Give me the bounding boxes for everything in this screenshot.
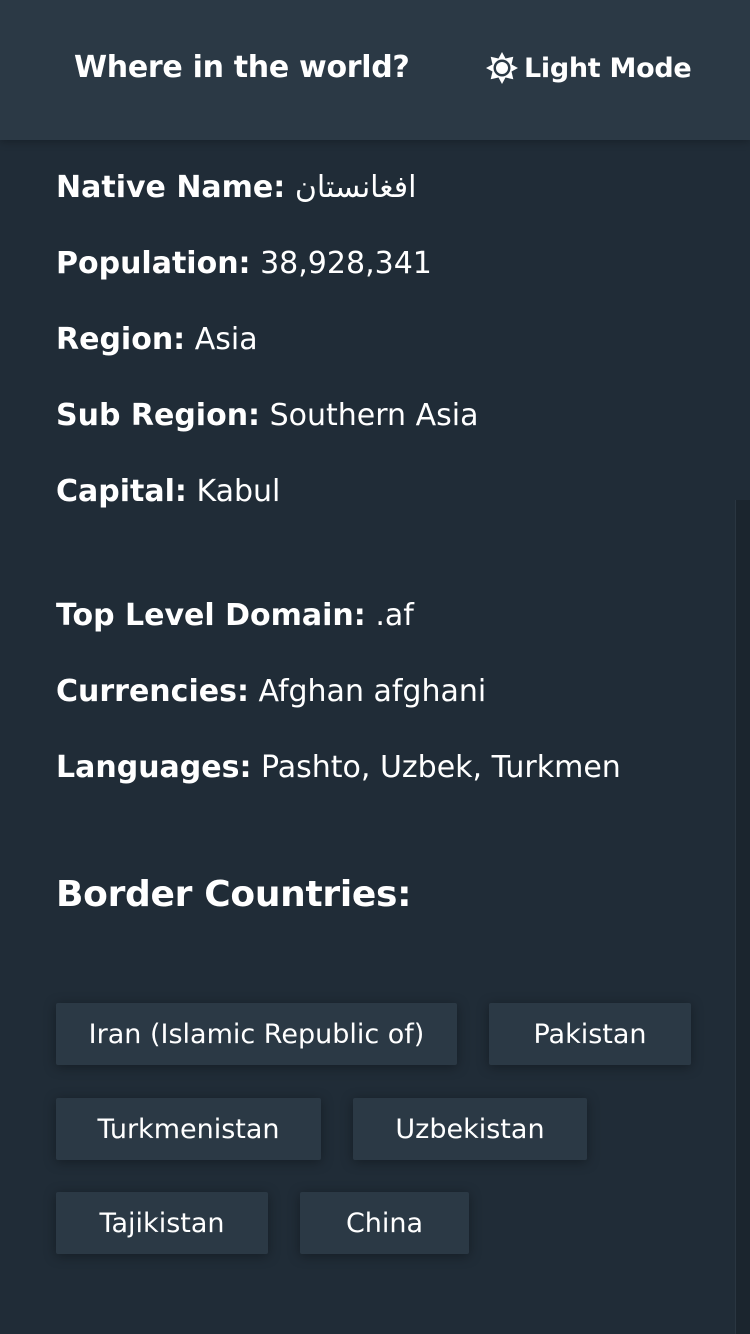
detail-label: Languages: [56, 750, 252, 785]
detail-value: Southern Asia [269, 398, 479, 433]
border-country-button[interactable]: Turkmenistan [56, 1098, 321, 1160]
theme-toggle-label: Light Mode [524, 52, 692, 84]
detail-value: افغانستان [294, 170, 417, 205]
detail-value: Asia [194, 322, 258, 357]
detail-value: Pashto, Uzbek, Turkmen [261, 750, 621, 785]
sun-icon [486, 52, 518, 84]
detail-top-level-domain: Top Level Domain: .af [56, 598, 414, 634]
border-countries-heading: Border Countries: [56, 874, 412, 915]
theme-toggle-button[interactable]: Light Mode [486, 52, 692, 84]
detail-label: Population: [56, 246, 251, 281]
app-header: Where in the world? Light Mode [0, 0, 750, 140]
detail-region: Region: Asia [56, 322, 258, 358]
detail-value: Kabul [196, 474, 281, 509]
detail-label: Native Name: [56, 170, 286, 205]
border-country-button[interactable]: Pakistan [489, 1003, 691, 1065]
detail-label: Top Level Domain: [56, 598, 366, 633]
border-country-button[interactable]: China [300, 1192, 469, 1254]
app-title[interactable]: Where in the world? [74, 50, 410, 85]
detail-label: Sub Region: [56, 398, 261, 433]
detail-population: Population: 38,928,341 [56, 246, 432, 282]
detail-value: Afghan afghani [258, 674, 487, 709]
detail-label: Capital: [56, 474, 187, 509]
border-country-button[interactable]: Uzbekistan [353, 1098, 587, 1160]
border-country-button[interactable]: Iran (Islamic Republic of) [56, 1003, 457, 1065]
border-country-button[interactable]: Tajikistan [56, 1192, 268, 1254]
scrollbar[interactable] [735, 500, 750, 1334]
detail-sub-region: Sub Region: Southern Asia [56, 398, 478, 434]
detail-label: Currencies: [56, 674, 249, 709]
detail-languages: Languages: Pashto, Uzbek, Turkmen [56, 750, 621, 786]
detail-value: .af [375, 598, 414, 633]
detail-capital: Capital: Kabul [56, 474, 280, 510]
detail-value: 38,928,341 [260, 246, 432, 281]
detail-native-name: Native Name: افغانستان [56, 170, 416, 206]
detail-currencies: Currencies: Afghan afghani [56, 674, 486, 710]
detail-label: Region: [56, 322, 186, 357]
